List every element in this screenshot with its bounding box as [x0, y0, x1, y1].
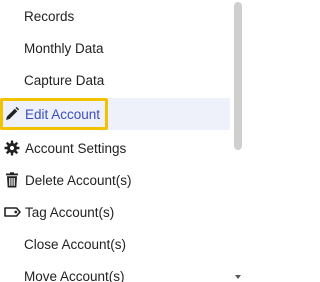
menu-item-tag-accounts[interactable]: Tag Account(s): [0, 196, 230, 228]
menu-item-label: Tag Account(s): [25, 204, 115, 220]
menu-list: Records Monthly Data Capture Data Edit A…: [0, 0, 230, 282]
menu-item-capture-data[interactable]: Capture Data: [0, 64, 230, 96]
scroll-down-arrow-icon[interactable]: [235, 275, 241, 279]
trash-icon: [4, 171, 22, 189]
menu-item-label: Delete Account(s): [25, 172, 132, 188]
gear-icon: [4, 139, 22, 157]
menu-item-records[interactable]: Records: [0, 0, 230, 32]
tag-icon: [4, 203, 22, 221]
vertical-scrollbar[interactable]: [232, 0, 244, 282]
menu-item-delete-accounts[interactable]: Delete Account(s): [0, 164, 230, 196]
menu-item-move-accounts[interactable]: Move Account(s): [0, 260, 230, 282]
menu-item-monthly-data[interactable]: Monthly Data: [0, 32, 230, 64]
menu-item-label: Records: [24, 8, 75, 24]
menu-item-edit-account[interactable]: Edit Account: [0, 98, 230, 130]
menu-item-account-settings[interactable]: Account Settings: [0, 132, 230, 164]
account-actions-menu: Records Monthly Data Capture Data Edit A…: [0, 0, 244, 282]
menu-item-label: Capture Data: [24, 72, 105, 88]
scroll-thumb[interactable]: [234, 2, 242, 150]
menu-item-label: Move Account(s): [24, 268, 125, 282]
menu-item-label: Edit Account: [25, 106, 101, 122]
pencil-icon: [4, 105, 22, 123]
menu-item-label: Monthly Data: [24, 40, 104, 56]
menu-item-close-accounts[interactable]: Close Account(s): [0, 228, 230, 260]
menu-item-label: Close Account(s): [24, 236, 127, 252]
menu-item-label: Account Settings: [25, 140, 127, 156]
